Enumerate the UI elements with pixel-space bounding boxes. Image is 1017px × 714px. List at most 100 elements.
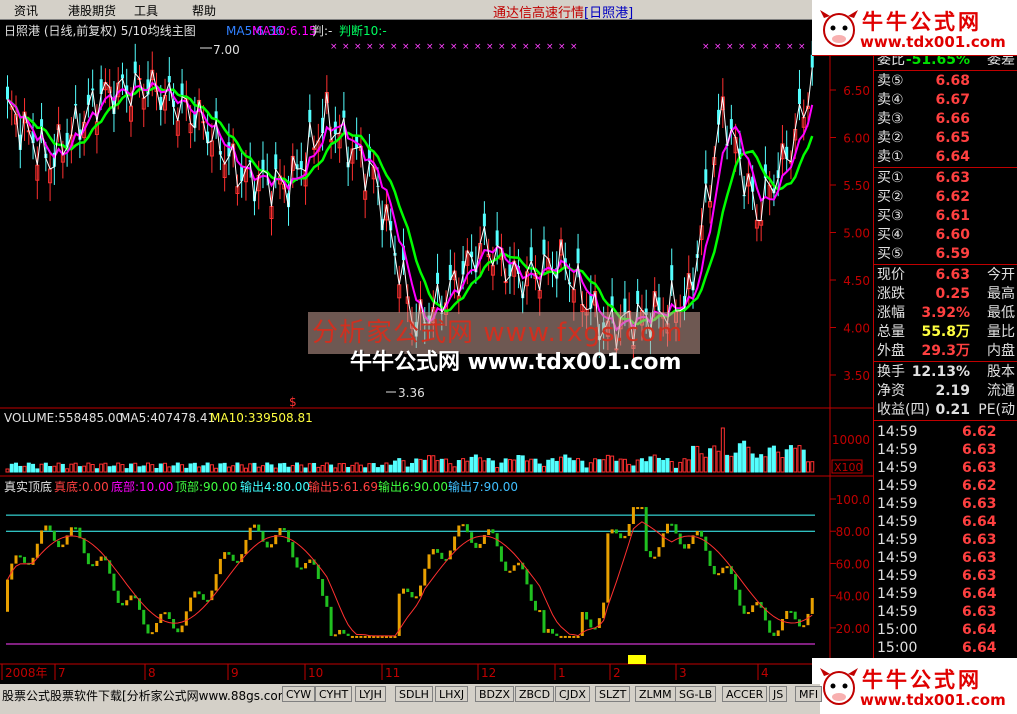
candle-body bbox=[542, 239, 546, 255]
volume-bar bbox=[52, 465, 57, 473]
osc-out4: 输出4:80.00 bbox=[240, 479, 310, 494]
volume-bar bbox=[69, 463, 74, 473]
signal-cross: × bbox=[450, 42, 458, 52]
volume-bar bbox=[520, 455, 525, 473]
volume-bar bbox=[103, 462, 108, 473]
tick-time: 14:59 bbox=[877, 514, 918, 530]
volume-bar bbox=[384, 462, 389, 473]
osc-bar bbox=[802, 625, 806, 628]
indicator-tab[interactable]: ZLMM bbox=[635, 686, 676, 702]
logo-bottom: 牛牛公式网 www.tdx001.com bbox=[812, 658, 1017, 714]
volume-bar bbox=[158, 463, 163, 473]
indicator-tab[interactable]: LYJH bbox=[355, 686, 386, 702]
indicator-tab[interactable]: CJDX bbox=[555, 686, 590, 702]
osc-bar bbox=[457, 525, 461, 537]
menu-item-help[interactable]: 帮助 bbox=[192, 2, 216, 19]
volume-bar bbox=[295, 462, 300, 473]
osc-bar bbox=[776, 630, 780, 636]
indicator-tab[interactable]: SG-LB bbox=[675, 686, 717, 702]
volume-bar bbox=[22, 465, 27, 473]
indicator-tab[interactable]: MFI bbox=[795, 686, 823, 702]
volume-bar bbox=[473, 454, 478, 473]
osc-bar bbox=[597, 618, 601, 628]
tick-row: 14:59 6.63 bbox=[874, 549, 1017, 567]
signal-cross: × bbox=[474, 42, 482, 52]
volume-bar bbox=[550, 458, 555, 473]
osc-bar bbox=[214, 574, 218, 591]
indicator-tab[interactable]: SLZT bbox=[595, 686, 631, 702]
menu-item-tools[interactable]: 工具 bbox=[134, 2, 158, 19]
date-axis-label: 1 bbox=[558, 666, 566, 680]
indicator-tab[interactable]: CYW bbox=[282, 686, 316, 702]
volume-bar bbox=[175, 462, 180, 473]
osc-bar bbox=[772, 632, 776, 636]
volume-bar bbox=[499, 462, 504, 473]
signal-cross: × bbox=[750, 42, 758, 52]
volume-bar bbox=[418, 458, 423, 473]
osc-bar bbox=[218, 558, 222, 575]
indicator-tab[interactable]: CYHT bbox=[315, 686, 353, 702]
volume-bar bbox=[350, 464, 355, 473]
volume-bar bbox=[571, 460, 576, 473]
volume-bar bbox=[201, 465, 206, 473]
tick-time: 14:59 bbox=[877, 604, 918, 620]
quote-label: 换手 bbox=[877, 364, 905, 380]
volume-bar bbox=[60, 463, 65, 473]
quote-value: 6.65 bbox=[935, 130, 970, 146]
indicator-tab[interactable]: ZBCD bbox=[515, 686, 555, 702]
candle-body bbox=[810, 54, 814, 68]
logo-top: 牛牛公式网 www.tdx001.com bbox=[812, 0, 1017, 56]
volume-bar bbox=[163, 462, 168, 473]
osc-bar bbox=[189, 597, 193, 612]
osc-bar bbox=[35, 543, 39, 558]
indicator-tab[interactable]: BDZX bbox=[475, 686, 515, 702]
buy-level-row: 买① 6.63 bbox=[874, 169, 1017, 187]
date-axis-label: 10 bbox=[308, 666, 323, 680]
indicator-tab[interactable]: SDLH bbox=[395, 686, 433, 702]
osc-bar bbox=[129, 595, 133, 601]
osc-bar bbox=[504, 561, 508, 571]
volume-bar bbox=[346, 466, 351, 473]
osc-bar bbox=[546, 628, 550, 633]
osc-bar bbox=[146, 624, 150, 634]
osc-bar bbox=[678, 533, 682, 545]
volume-bar bbox=[588, 462, 593, 473]
date-axis-label: 7 bbox=[58, 666, 66, 680]
volume-bar bbox=[584, 467, 589, 473]
menu-item-hk-futures[interactable]: 港股期货 bbox=[68, 2, 116, 19]
osc-axis-label: 20.00 bbox=[836, 622, 870, 636]
osc-bar bbox=[461, 524, 465, 527]
volume-bar bbox=[746, 446, 751, 473]
volume-bar bbox=[422, 459, 427, 473]
indicator-tab[interactable]: ACCER bbox=[722, 686, 768, 702]
signal-cross: × bbox=[366, 42, 374, 52]
volume-bar bbox=[248, 463, 253, 473]
date-axis-label: 2008年 bbox=[5, 666, 48, 680]
menu-item-info[interactable]: 资讯 bbox=[14, 2, 38, 19]
volume-bar bbox=[414, 458, 419, 473]
volume-bar bbox=[90, 463, 95, 473]
tick-row: 14:59 6.64 bbox=[874, 513, 1017, 531]
tick-row: 14:59 6.64 bbox=[874, 585, 1017, 603]
indicator-tab[interactable]: LHXJ bbox=[435, 686, 469, 702]
volume-bar bbox=[337, 463, 342, 473]
osc-bar bbox=[69, 527, 73, 536]
volume-bar bbox=[733, 452, 738, 473]
osc-bar bbox=[559, 635, 563, 638]
osc-bar bbox=[282, 528, 286, 531]
volume-axis-label: 10000 bbox=[832, 433, 870, 447]
osc-bar bbox=[367, 635, 371, 638]
cow-logo-icon bbox=[820, 668, 858, 705]
volume-bar bbox=[367, 463, 372, 473]
indicator-tab[interactable]: JS bbox=[769, 686, 788, 702]
osc-bar bbox=[359, 635, 363, 638]
tick-time: 14:59 bbox=[877, 442, 918, 458]
volume-bar bbox=[601, 459, 606, 473]
volume-bar bbox=[209, 464, 214, 473]
main-header: 日照港 (日线,前复权) 5/10均线主图 bbox=[4, 23, 196, 38]
osc-bar bbox=[427, 554, 431, 569]
osc-bar bbox=[687, 543, 691, 549]
tick-row: 14:59 6.63 bbox=[874, 459, 1017, 477]
candle-body bbox=[261, 159, 265, 171]
osc-bar bbox=[325, 595, 329, 607]
